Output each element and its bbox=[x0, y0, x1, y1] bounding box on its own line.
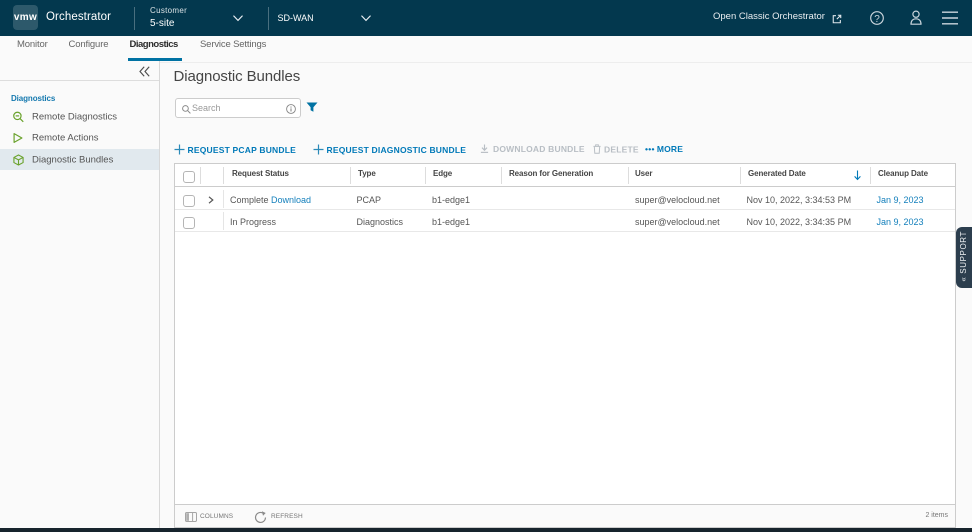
svg-text:?: ? bbox=[874, 14, 880, 25]
